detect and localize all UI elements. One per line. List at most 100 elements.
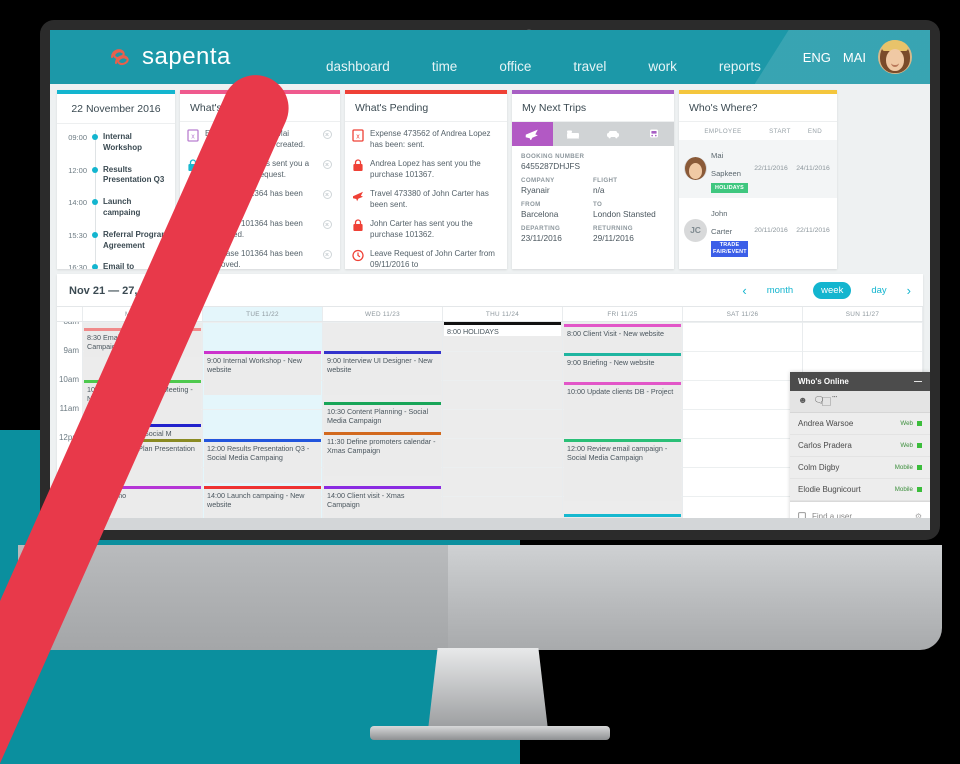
plane-icon xyxy=(352,189,364,202)
avatar[interactable] xyxy=(878,40,912,74)
event-label: 11:30 Define promoters calendar - Xmas C… xyxy=(327,437,436,456)
column-header-start: START xyxy=(769,128,791,135)
day-header-wed[interactable]: WED 11/23 xyxy=(323,307,443,321)
language-selector[interactable]: ENG xyxy=(803,50,831,65)
table-row[interactable]: JC John Carter TRADE FAIR/EVENT 20/11/20… xyxy=(679,198,837,263)
view-week-button[interactable]: week xyxy=(813,282,852,299)
close-icon[interactable] xyxy=(323,220,332,230)
status-indicator xyxy=(917,421,922,426)
field-label: BOOKING NUMBER xyxy=(521,153,585,160)
chevron-left-icon[interactable]: ‹ xyxy=(742,283,746,298)
nav-item-dashboard[interactable]: dashboard xyxy=(305,59,411,84)
device-label: Web xyxy=(900,442,913,449)
day-header-tue[interactable]: TUE 11/22 xyxy=(203,307,323,321)
calendar-column-wed[interactable]: 9:00 Interview UI Designer - New website… xyxy=(323,322,443,520)
purchase-icon xyxy=(352,159,364,172)
agenda-item-time: 12:00 xyxy=(68,165,87,175)
table-row[interactable]: Mai Sapkeen HOLIDAYS 22/11/2016 24/11/20… xyxy=(679,140,837,198)
device-label: Web xyxy=(900,420,913,427)
field-value: Ryanair xyxy=(521,185,550,195)
minimize-icon[interactable]: — xyxy=(914,377,922,386)
list-item[interactable]: 09:00 Internal Workshop xyxy=(57,132,175,154)
event-label: 14:00 Launch campaing - New website xyxy=(207,491,305,510)
calendar-event[interactable]: 14:00 Launch campaing - New website xyxy=(204,486,321,520)
whos-online-header[interactable]: Who's Online — xyxy=(790,372,930,391)
view-month-button[interactable]: month xyxy=(759,282,801,299)
trip-details: BOOKING NUMBER 6455287DHJFS COMPANY Ryan… xyxy=(512,146,674,249)
close-icon[interactable] xyxy=(323,190,332,200)
nav-item-time[interactable]: time xyxy=(411,59,479,84)
column-header-employee: EMPLOYEE xyxy=(704,128,742,135)
tab-hotel[interactable] xyxy=(552,122,593,146)
day-header-fri[interactable]: FRI 11/25 xyxy=(563,307,683,321)
calendar-event[interactable]: 14:00 Client visit - Xmas Campaign xyxy=(324,486,441,520)
agenda-date: 22 November 2016 xyxy=(57,94,175,124)
day-header-sun[interactable]: SUN 11/27 xyxy=(803,307,923,321)
list-item[interactable]: Andrea Warsoe Web xyxy=(790,413,930,435)
hour-label: 8am xyxy=(63,322,79,326)
svg-text:x: x xyxy=(191,134,195,141)
field-value: London Stansted xyxy=(593,209,656,219)
list-item[interactable]: x Expense 473562 of Andrea Lopez has bee… xyxy=(345,124,507,154)
field-label: RETURNING xyxy=(593,225,633,232)
online-user-name: Elodie Bugnicourt xyxy=(798,485,861,494)
close-icon[interactable] xyxy=(323,130,332,139)
list-item[interactable]: Leave Request of John Carter from 09/11/… xyxy=(345,244,507,269)
tab-train[interactable] xyxy=(633,122,674,146)
list-item[interactable]: 14:00 Launch campaing xyxy=(57,197,175,219)
online-user-name: Andrea Warsoe xyxy=(798,419,854,428)
event-label: 14:00 Client visit - Xmas Campaign xyxy=(327,491,405,510)
agenda-item-time: 09:00 xyxy=(68,133,87,142)
person-icon[interactable]: ☻ xyxy=(798,395,807,408)
hour-gridline xyxy=(443,496,562,497)
list-item[interactable]: Elodie Bugnicourt Mobile xyxy=(790,479,930,501)
brand[interactable]: sapenta xyxy=(107,43,231,71)
list-item[interactable]: John Carter has sent you the purchase 10… xyxy=(345,214,507,244)
day-header-sat[interactable]: SAT 11/26 xyxy=(683,307,803,321)
monitor-foot xyxy=(370,726,610,740)
calendar-event[interactable]: 10:30 Content Planning - Social Media Ca… xyxy=(324,402,441,432)
field-value: 23/11/2016 xyxy=(521,233,562,243)
chevron-right-icon[interactable]: › xyxy=(907,283,911,298)
user-name-label[interactable]: MAI xyxy=(843,50,866,65)
calendar-column-thu[interactable]: 8:00 HOLIDAYS xyxy=(443,322,563,520)
day-header-thu[interactable]: THU 11/24 xyxy=(443,307,563,321)
calendar-column-fri[interactable]: 8:00 Client Visit - New website 9:00 Brie… xyxy=(563,322,683,520)
calendar-column-tue[interactable]: 9:00 Internal Workshop - New website 12:0… xyxy=(203,322,323,520)
calendar-event[interactable]: 12:00 Results Presentation Q3 - Social M… xyxy=(204,439,321,483)
calendar-event[interactable]: 10:00 Update clients DB - Project xyxy=(564,382,681,432)
nav-item-travel[interactable]: travel xyxy=(552,59,627,84)
calendar-event[interactable]: 12:00 Review email campaign - Social Med… xyxy=(564,439,681,501)
event-label: 10:30 Content Planning - Social Media Ca… xyxy=(327,407,429,426)
list-item[interactable]: Carlos Pradera Web xyxy=(790,435,930,457)
close-icon[interactable] xyxy=(323,160,332,170)
calendar-event[interactable]: 9:00 Interview UI Designer - New website xyxy=(324,351,441,395)
view-day-button[interactable]: day xyxy=(863,282,894,299)
calendar-event[interactable]: 8:00 Client Visit - New website xyxy=(564,324,681,353)
calendar-event[interactable]: 8:00 HOLIDAYS xyxy=(444,322,561,336)
nav-item-office[interactable]: office xyxy=(478,59,552,84)
calendar-event[interactable]: 9:00 Internal Workshop - New website xyxy=(204,351,321,395)
close-icon[interactable] xyxy=(323,250,332,260)
monitor-chin xyxy=(448,545,942,650)
employee-name: Mai Sapkeen xyxy=(711,151,741,178)
trip-field: BOOKING NUMBER 6455287DHJFS xyxy=(521,153,665,171)
agenda-dot-icon xyxy=(87,165,103,173)
widget-title: What's Pending xyxy=(345,94,507,122)
list-item[interactable]: Colm Digby Mobile xyxy=(790,457,930,479)
whos-online-title: Who's Online xyxy=(798,377,849,386)
list-item[interactable]: Travel 473380 of John Carter has been se… xyxy=(345,184,507,214)
calendar-event[interactable]: 9:00 Briefing - New website xyxy=(564,353,681,382)
table-header: EMPLOYEE START END xyxy=(679,122,837,140)
calendar-event[interactable]: 11:30 Define promoters calendar - Xmas C… xyxy=(324,432,441,476)
chat-icon[interactable]: 🗨 xyxy=(813,395,824,408)
list-item[interactable]: 12:00 Results Presentation Q3 xyxy=(57,165,175,187)
calendar-column-sat[interactable] xyxy=(683,322,803,520)
tab-car[interactable] xyxy=(593,122,634,146)
event-color-bar xyxy=(564,324,681,327)
end-date: 22/11/2016 xyxy=(796,226,830,234)
tab-flight[interactable] xyxy=(512,122,553,146)
list-item[interactable]: Andrea Lopez has sent you the purchase 1… xyxy=(345,154,507,184)
nav-item-work[interactable]: work xyxy=(627,59,698,84)
event-label: 9:00 Internal Workshop - New website xyxy=(207,356,302,375)
